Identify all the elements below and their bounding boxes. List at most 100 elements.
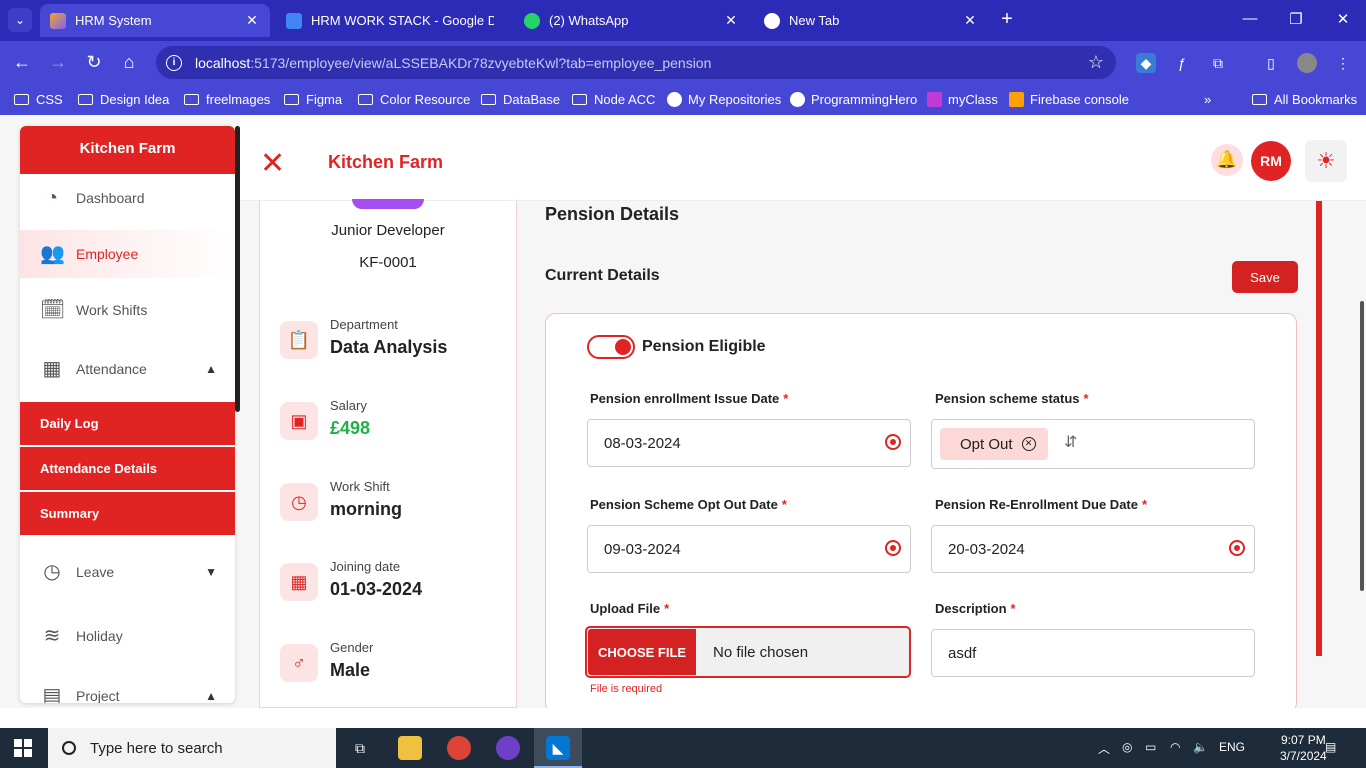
remove-chip-icon[interactable]: ✕	[1021, 437, 1036, 451]
upload-file-input[interactable]: CHOOSE FILE No file chosen	[585, 626, 911, 678]
bookmark-css[interactable]: CSS	[14, 92, 63, 107]
bookmark-my-repositories[interactable]: My Repositories	[667, 92, 781, 107]
folder-icon	[78, 94, 93, 105]
bookmark-database[interactable]: DataBase	[481, 92, 560, 107]
restore-icon[interactable]: ❐	[1286, 10, 1306, 28]
taskbar-search-input[interactable]: Type here to search	[48, 728, 336, 768]
sidebar-item-work-shifts[interactable]: 🗓 Work Shifts	[20, 286, 235, 334]
date-picker-icon[interactable]	[885, 540, 901, 556]
side-panel-icon[interactable]: ▯	[1261, 53, 1281, 73]
sidebar-item-holiday[interactable]: ≋ Holiday	[20, 612, 235, 660]
document-icon: ▤	[42, 685, 62, 703]
folder-icon	[284, 94, 299, 105]
bookmark-figma[interactable]: Figma	[284, 92, 342, 107]
tab-new-tab[interactable]: New Tab ✕	[754, 4, 988, 37]
github-desktop-icon[interactable]	[496, 736, 520, 760]
folder-icon	[184, 94, 199, 105]
choose-file-button[interactable]: CHOOSE FILE	[588, 629, 696, 675]
windows-start-icon[interactable]	[14, 739, 32, 757]
bookmark-color-resource[interactable]: Color Resource	[358, 92, 470, 107]
department-info: 📋 Department Data Analysis	[280, 317, 510, 367]
close-tab-icon[interactable]: ✕	[962, 12, 978, 29]
reenroll-date-field[interactable]: 20-03-2024	[931, 525, 1255, 573]
male-icon: ♂	[280, 644, 318, 682]
sidebar-item-leave[interactable]: ◷ Leave ▼	[20, 548, 235, 596]
page-scrollbar[interactable]	[1360, 301, 1364, 591]
sidebar-item-employee[interactable]: 👥 Employee	[20, 230, 235, 278]
extension-icon[interactable]: ◆	[1136, 53, 1156, 73]
close-tab-icon[interactable]: ✕	[723, 12, 739, 29]
sidebar-sub-daily-log[interactable]: Daily Log	[20, 402, 235, 445]
more-bookmarks-icon[interactable]: »	[1204, 92, 1211, 107]
more-menu-icon[interactable]: ⋮	[1333, 53, 1353, 73]
notification-bell-icon[interactable]: 🔔	[1211, 144, 1243, 176]
reload-icon[interactable]: ↻	[83, 52, 105, 73]
new-tab-button[interactable]: +	[996, 8, 1018, 31]
sidebar-scrollbar[interactable]	[235, 126, 240, 412]
scheme-status-select[interactable]: Opt Out ✕ ⇵	[931, 419, 1255, 469]
tab-whatsapp[interactable]: (2) WhatsApp ✕	[514, 4, 749, 37]
firebase-icon	[1009, 92, 1024, 107]
tab-hrm-system[interactable]: HRM System ✕	[40, 4, 270, 37]
site-info-icon[interactable]: i	[166, 54, 182, 71]
taskbar-clock[interactable]: 9:07 PM 3/7/2024	[1280, 732, 1327, 764]
battery-icon[interactable]: ▭	[1145, 740, 1156, 754]
tab-search-button[interactable]: ⌄	[8, 8, 32, 32]
pension-heading: Pension Details	[545, 204, 680, 224]
wifi-icon[interactable]: ◠	[1170, 740, 1180, 754]
file-explorer-icon[interactable]	[398, 736, 422, 760]
close-sidebar-icon[interactable]: ✕	[260, 149, 285, 179]
bookmark-myclass[interactable]: myClass	[927, 92, 998, 107]
theme-toggle-sun-icon[interactable]: ☀	[1305, 140, 1347, 182]
task-view-icon[interactable]: ⧉	[348, 736, 372, 760]
bookmark-programming-hero[interactable]: ProgrammingHero	[790, 92, 917, 107]
bookmark-design-idea[interactable]: Design Idea	[78, 92, 169, 107]
sort-arrows-icon[interactable]: ⇵	[1064, 432, 1077, 452]
bookmark-freeimages[interactable]: freelmages	[184, 92, 270, 107]
language-indicator[interactable]: ENG	[1219, 740, 1245, 754]
date-picker-icon[interactable]	[1229, 540, 1245, 556]
sidebar-brand: Kitchen Farm	[20, 126, 235, 174]
close-tab-icon[interactable]: ✕	[244, 12, 260, 29]
show-hidden-icons[interactable]: ︿	[1098, 740, 1110, 757]
profile-avatar-icon[interactable]	[1297, 53, 1317, 73]
pension-eligible-toggle[interactable]	[587, 335, 635, 359]
whatsapp-icon	[524, 12, 540, 29]
all-bookmarks[interactable]: All Bookmarks	[1252, 92, 1357, 107]
bookmark-firebase-console[interactable]: Firebase console	[1009, 92, 1129, 107]
sidebar-item-dashboard[interactable]: ◔ Dashboard	[20, 174, 235, 222]
optout-date-label: Pension Scheme Opt Out Date *	[590, 497, 787, 512]
back-icon[interactable]: ←	[11, 52, 33, 73]
home-icon[interactable]: ⌂	[118, 52, 140, 73]
description-input[interactable]: asdf	[931, 629, 1255, 677]
forward-icon[interactable]: →	[47, 52, 69, 73]
tray-app-icon[interactable]: ◎	[1122, 740, 1132, 754]
bookmark-node-acc[interactable]: Node ACC	[572, 92, 655, 107]
puzzle-extensions-icon[interactable]: ⧉	[1208, 53, 1228, 73]
volume-icon[interactable]: 🔈	[1193, 740, 1208, 754]
notifications-icon[interactable]: ▤	[1325, 740, 1336, 754]
status-chip: Opt Out ✕	[940, 428, 1048, 460]
url-input[interactable]: i localhost:5173/employee/view/aLSSEBAKD…	[156, 46, 1116, 79]
close-window-icon[interactable]: ✕	[1333, 10, 1353, 28]
tab-google-docs[interactable]: HRM WORK STACK - Google Do	[276, 4, 504, 37]
chrome-taskbar-icon[interactable]	[447, 736, 471, 760]
fx-extension-icon[interactable]: ƒ	[1172, 53, 1192, 73]
pension-panel: Pension Details Current Details Save Pen…	[517, 201, 1322, 708]
sidebar-sub-summary[interactable]: Summary	[20, 492, 235, 535]
sidebar-item-project[interactable]: ▤ Project ▲	[20, 672, 235, 703]
save-button[interactable]: Save	[1232, 261, 1298, 293]
vscode-taskbar-button[interactable]: ◣	[534, 728, 582, 768]
folder-icon	[481, 94, 496, 105]
optout-date-field[interactable]: 09-03-2024	[587, 525, 911, 573]
user-avatar[interactable]: RM	[1251, 141, 1291, 181]
date-picker-icon[interactable]	[885, 434, 901, 450]
bookmark-star-icon[interactable]: ☆	[1088, 52, 1104, 73]
enrollment-date-field[interactable]: 08-03-2024	[587, 419, 911, 467]
users-icon: 👥	[40, 243, 65, 265]
sidebar-sub-attendance-details[interactable]: Attendance Details	[20, 447, 235, 490]
wallet-icon: ▣	[280, 402, 318, 440]
gender-info: ♂ Gender Male	[280, 640, 510, 690]
sidebar-item-attendance[interactable]: ▦ Attendance ▲	[20, 345, 235, 393]
minimize-icon[interactable]: —	[1240, 10, 1260, 27]
